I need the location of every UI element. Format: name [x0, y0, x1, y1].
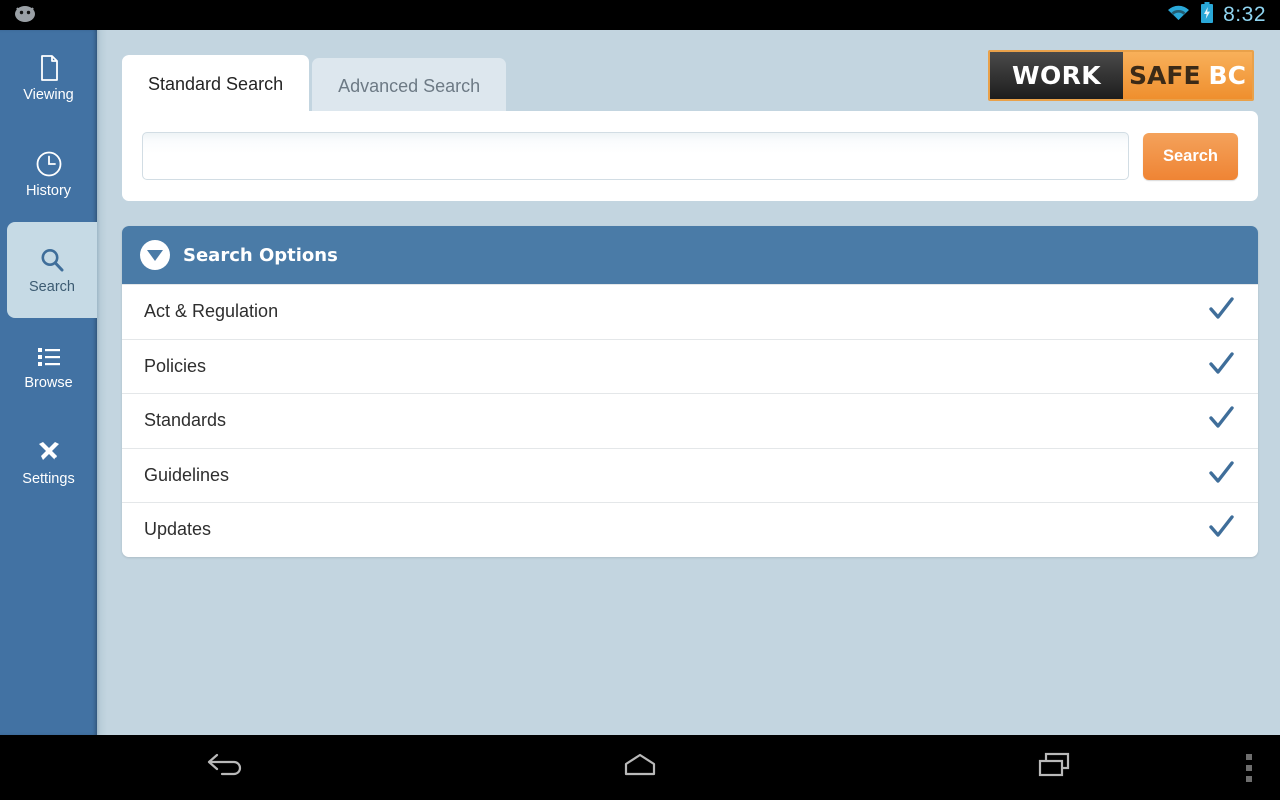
- logo-work-text: WORK: [1011, 61, 1102, 90]
- status-bar-left: [0, 3, 38, 28]
- tools-icon: [34, 437, 64, 467]
- sidebar-item-settings[interactable]: Settings: [0, 414, 97, 510]
- document-icon: [34, 53, 64, 83]
- list-icon: [34, 341, 64, 371]
- search-option-row[interactable]: Standards: [122, 393, 1258, 448]
- logo-safe-text: SAFE: [1129, 61, 1201, 90]
- search-options-card: Search Options Act & Regulation Policies…: [122, 226, 1258, 557]
- back-icon[interactable]: [204, 750, 248, 785]
- sidebar-item-label: Browse: [24, 375, 73, 392]
- nav-keys: [204, 750, 1076, 785]
- logo-work-block: WORK: [990, 52, 1123, 99]
- logo-safebc-block: SAFE BC: [1123, 52, 1252, 99]
- android-robot-icon: [12, 3, 38, 28]
- left-sidebar: Viewing History Search Browse Settings: [0, 30, 97, 735]
- clock-icon: [34, 149, 64, 179]
- status-bar-right: 8:32: [1166, 2, 1280, 28]
- android-status-bar: 8:32: [0, 0, 1280, 30]
- tab-advanced-search[interactable]: Advanced Search: [312, 58, 507, 114]
- checkmark-icon[interactable]: [1206, 294, 1236, 329]
- search-option-label: Guidelines: [144, 464, 230, 485]
- search-option-row[interactable]: Guidelines: [122, 447, 1258, 502]
- home-icon[interactable]: [618, 750, 662, 785]
- sidebar-item-browse[interactable]: Browse: [0, 318, 97, 414]
- overflow-menu-icon[interactable]: [1246, 753, 1252, 782]
- checkmark-icon[interactable]: [1206, 512, 1236, 547]
- app-root: 8:32 Viewing History Search Browse Setti…: [0, 0, 1280, 800]
- tab-label: Advanced Search: [338, 75, 481, 96]
- search-option-row[interactable]: Updates: [122, 502, 1258, 557]
- tab-standard-search[interactable]: Standard Search: [122, 55, 310, 114]
- search-button[interactable]: Search: [1143, 132, 1238, 180]
- checkmark-icon[interactable]: [1206, 458, 1236, 493]
- battery-charging-icon: [1200, 2, 1214, 28]
- magnifier-icon: [37, 245, 67, 275]
- search-option-row[interactable]: Policies: [122, 338, 1258, 393]
- search-option-label: Policies: [144, 355, 207, 376]
- tab-label: Standard Search: [148, 74, 284, 94]
- sidebar-item-label: Search: [29, 279, 75, 296]
- tab-bar: Standard Search Advanced Search: [122, 55, 507, 114]
- sidebar-item-label: History: [25, 183, 72, 200]
- main-content: Standard Search Advanced Search WORK SAF…: [107, 30, 1280, 735]
- sidebar-item-search[interactable]: Search: [7, 222, 97, 318]
- sidebar-item-label: Settings: [22, 471, 75, 488]
- sidebar-item-label: Viewing: [23, 87, 74, 104]
- wifi-icon: [1166, 3, 1191, 27]
- search-option-label: Act & Regulation: [144, 301, 279, 322]
- logo-bc-text: BC: [1208, 61, 1246, 90]
- status-bar-clock: 8:32: [1223, 3, 1266, 26]
- checkmark-icon[interactable]: [1206, 403, 1236, 438]
- search-panel: Search: [122, 111, 1258, 201]
- android-nav-bar: [0, 735, 1280, 800]
- search-option-label: Standards: [144, 410, 227, 431]
- sidebar-item-history[interactable]: History: [0, 126, 97, 222]
- sidebar-item-viewing[interactable]: Viewing: [0, 30, 97, 126]
- sidebar-divider: [97, 30, 107, 735]
- chevron-down-circle-icon: [140, 240, 170, 270]
- search-options-title: Search Options: [183, 244, 338, 266]
- search-input[interactable]: [142, 132, 1129, 180]
- search-option-label: Updates: [144, 519, 212, 540]
- search-options-header[interactable]: Search Options: [122, 226, 1258, 284]
- worksafebc-logo: WORK SAFE BC: [988, 50, 1254, 101]
- search-option-row[interactable]: Act & Regulation: [122, 284, 1258, 339]
- recents-icon[interactable]: [1032, 750, 1076, 785]
- checkmark-icon[interactable]: [1206, 349, 1236, 384]
